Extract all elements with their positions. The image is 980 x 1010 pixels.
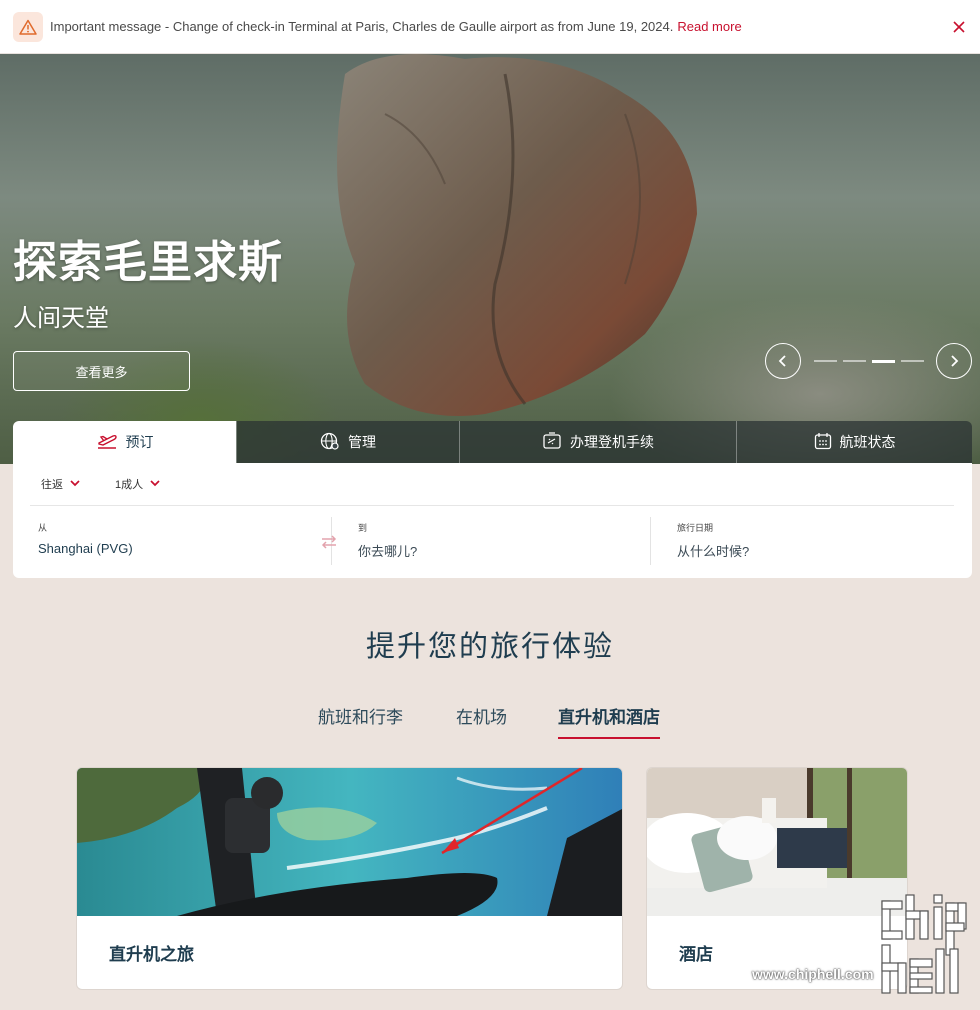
hero-title: 探索毛里求斯 [13, 238, 283, 287]
tab-at-airport[interactable]: 在机场 [456, 703, 507, 737]
section-title: 提升您的旅行体验 [365, 629, 614, 663]
travel-date-field[interactable]: 旅行日期 从什么时候? [677, 521, 749, 560]
carousel-dot[interactable] [843, 360, 866, 362]
carousel-prev-button[interactable] [765, 343, 801, 379]
booking-panel: 往返 1成人 从 Shanghai (PVG) 到 你去哪儿? 旅行日期 从什么… [13, 463, 972, 578]
hotel-title: 酒店 [679, 945, 713, 965]
watermark-site: www.chiphell.com [752, 966, 874, 982]
chevron-down-icon [70, 478, 80, 490]
hotel-image [647, 768, 907, 916]
see-more-button[interactable]: 查看更多 [13, 351, 190, 391]
tab-check-in-label: 办理登机手续 [570, 434, 654, 450]
destination-field[interactable]: 到 你去哪儿? [358, 521, 417, 560]
helicopter-tour-title: 直升机之旅 [109, 945, 194, 965]
travel-date-label: 旅行日期 [677, 523, 714, 533]
tab-manage[interactable]: 管理 [236, 421, 459, 463]
origin-label: 从 [38, 523, 48, 533]
trip-type-value: 往返 [41, 479, 63, 491]
origin-field[interactable]: 从 Shanghai (PVG) [38, 521, 133, 556]
panel-divider [30, 505, 954, 506]
plane-takeoff-icon [96, 432, 118, 453]
hero-subtitle: 人间天堂 [13, 305, 109, 332]
helicopter-tour-image [77, 768, 622, 916]
swap-icon[interactable] [320, 533, 338, 556]
hero-rock-image [337, 54, 697, 416]
trip-type-dropdown[interactable]: 往返 [41, 476, 80, 492]
carousel-dot[interactable] [814, 360, 837, 362]
carousel-next-button[interactable] [936, 343, 972, 379]
alert-message: Important message - Change of check-in T… [50, 19, 674, 34]
passengers-dropdown[interactable]: 1成人 [115, 476, 160, 492]
read-more-link[interactable]: Read more [677, 19, 741, 34]
tab-helicopter-hotel[interactable]: 直升机和酒店 [558, 703, 660, 739]
hero-banner: 探索毛里求斯 人间天堂 查看更多 [0, 54, 980, 464]
passengers-value: 1成人 [115, 479, 144, 491]
carousel-dot[interactable] [901, 360, 924, 362]
tab-check-in[interactable]: 办理登机手续 [459, 421, 736, 463]
tab-flights-baggage[interactable]: 航班和行李 [318, 703, 403, 737]
warning-icon [13, 11, 43, 42]
tab-manage-label: 管理 [348, 434, 376, 450]
tab-flight-status-label: 航班状态 [839, 434, 896, 450]
chevron-down-icon [150, 478, 160, 490]
helicopter-tour-card[interactable]: 直升机之旅 [76, 767, 623, 990]
tab-book[interactable]: 预订 [13, 421, 236, 463]
tab-flight-status[interactable]: 航班状态 [736, 421, 972, 463]
chiphell-logo [878, 893, 968, 1003]
hotel-card[interactable]: 酒店 [646, 767, 908, 990]
destination-placeholder: 你去哪儿? [358, 544, 418, 559]
travel-date-placeholder: 从什么时候? [677, 544, 750, 559]
booking-tabs: 预订 管理 办理登机手续 航班状态 [13, 421, 972, 463]
close-icon[interactable] [948, 16, 970, 38]
tab-book-label: 预订 [125, 434, 154, 450]
experience-tabs: 航班和行李 在机场 直升机和酒店 [0, 703, 980, 739]
origin-value: Shanghai (PVG) [38, 541, 133, 556]
carousel-indicators [814, 359, 924, 363]
field-divider [650, 517, 651, 565]
alert-banner: Important message - Change of check-in T… [0, 0, 980, 54]
destination-label: 到 [358, 523, 368, 533]
calendar-icon [814, 432, 832, 453]
globe-settings-icon [320, 431, 340, 454]
carousel-dot-active[interactable] [872, 359, 895, 363]
boarding-pass-icon [542, 431, 562, 454]
